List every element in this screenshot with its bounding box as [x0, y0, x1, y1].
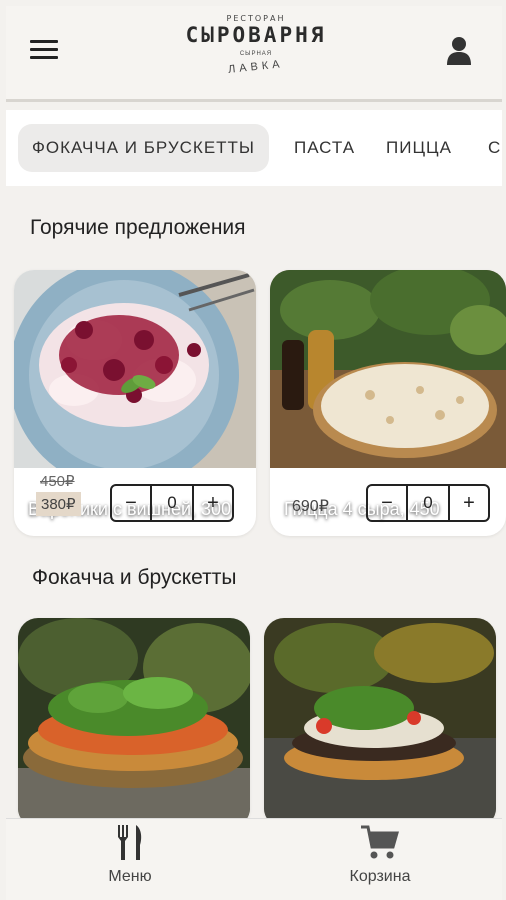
app-header: РЕСТОРАН СЫРОВАРНЯ СЫРНАЯ ЛАВКА: [6, 6, 502, 102]
logo-sub-text: СЫРНАЯ: [239, 51, 273, 57]
product-card[interactable]: Вареники с вишней, 300 450₽ 380₽ − 0 +: [14, 270, 256, 536]
nav-cart[interactable]: Корзина: [320, 825, 440, 886]
fork-knife-icon: [118, 825, 142, 860]
bruschetta-image: [264, 618, 496, 828]
logo-top-text: РЕСТОРАН: [226, 14, 286, 23]
logo-main-text: СЫРОВАРНЯ: [185, 23, 327, 47]
section-title-hot: Горячие предложения: [30, 216, 246, 239]
product-card[interactable]: [18, 618, 250, 828]
tab-pizza[interactable]: ПИЦЦА: [386, 124, 452, 172]
restaurant-logo[interactable]: РЕСТОРАН СЫРОВАРНЯ СЫРНАЯ ЛАВКА: [156, 14, 356, 94]
product-price: 690₽: [292, 498, 329, 515]
quantity-stepper: − 0 +: [110, 484, 234, 522]
increment-button[interactable]: +: [450, 486, 488, 520]
product-card[interactable]: [264, 618, 496, 828]
increment-button[interactable]: +: [194, 486, 232, 520]
logo-sub2-text: ЛАВКА: [227, 58, 285, 76]
quantity-value: 0: [150, 486, 194, 520]
old-price: 450₽: [40, 473, 75, 490]
discount-price: 380₽: [36, 492, 81, 516]
user-account-icon[interactable]: [446, 36, 472, 66]
quantity-stepper: − 0 +: [366, 484, 490, 522]
category-tabs: ФОКАЧЧА И БРУСКЕТТЫ ПАСТА ПИЦЦА С: [6, 110, 502, 186]
product-card[interactable]: Пицца 4 сыра, 450 690₽ − 0 +: [270, 270, 506, 536]
pizza-image: [270, 270, 506, 468]
decrement-button[interactable]: −: [368, 486, 406, 520]
tab-next[interactable]: С: [488, 124, 501, 172]
nav-cart-label: Корзина: [349, 868, 411, 885]
nav-menu-label: Меню: [108, 868, 152, 885]
nav-menu[interactable]: Меню: [70, 825, 190, 886]
bruschetta-image: [18, 618, 250, 828]
menu-hamburger-icon[interactable]: [30, 40, 58, 62]
quantity-value: 0: [406, 486, 450, 520]
vareniki-image: [14, 270, 256, 468]
bottom-navigation: Меню Корзина: [6, 818, 502, 900]
shopping-cart-icon: [361, 825, 399, 859]
section-title-focaccia: Фокачча и брускетты: [32, 566, 237, 589]
decrement-button[interactable]: −: [112, 486, 150, 520]
tab-pasta[interactable]: ПАСТА: [294, 124, 355, 172]
tab-focaccia[interactable]: ФОКАЧЧА И БРУСКЕТТЫ: [18, 124, 269, 172]
